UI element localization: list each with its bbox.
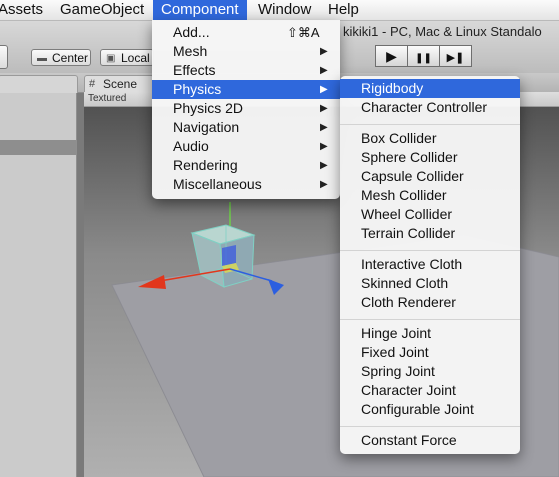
menu-item-capsule-collider[interactable]: Capsule Collider [340, 167, 520, 186]
menu-item-navigation[interactable]: Navigation ▶ [152, 118, 340, 137]
menu-item-box-collider[interactable]: Box Collider [340, 129, 520, 148]
window-title: kikiki1 - PC, Mac & Linux Standalo [343, 24, 542, 39]
menu-item-terrain-collider[interactable]: Terrain Collider [340, 224, 520, 243]
submenu-arrow-icon: ▶ [320, 103, 328, 114]
menu-item-character-joint[interactable]: Character Joint [340, 381, 520, 400]
menu-item-rigidbody[interactable]: Rigidbody [340, 79, 520, 98]
menu-item-spring-joint[interactable]: Spring Joint [340, 362, 520, 381]
menu-bar: Assets GameObject Component Window Help [0, 0, 559, 21]
menu-gameobject[interactable]: GameObject [52, 0, 152, 20]
menu-item-audio[interactable]: Audio ▶ [152, 137, 340, 156]
menu-item-rendering[interactable]: Rendering ▶ [152, 156, 340, 175]
pivot-local-button[interactable]: ▣ Local [100, 49, 154, 66]
menu-item-fixed-joint[interactable]: Fixed Joint [340, 343, 520, 362]
menu-item-add[interactable]: Add... ⇧⌘A [152, 23, 340, 42]
submenu-arrow-icon: ▶ [320, 122, 328, 133]
pause-button[interactable]: ❚❚ [407, 45, 440, 67]
component-menu: Add... ⇧⌘A Mesh ▶ Effects ▶ Physics ▶ Ph… [152, 20, 340, 199]
render-mode-dropdown[interactable]: Textured [88, 92, 126, 106]
pause-icon: ❚❚ [415, 53, 432, 64]
menu-item-physics[interactable]: Physics ▶ [152, 80, 340, 99]
submenu-arrow-icon: ▶ [320, 179, 328, 190]
menu-item-mesh-collider[interactable]: Mesh Collider [340, 186, 520, 205]
menu-separator [340, 124, 520, 125]
physics-submenu: Rigidbody Character Controller Box Colli… [340, 76, 520, 454]
scene-grid-icon: # [89, 78, 96, 90]
menu-separator [340, 250, 520, 251]
menu-item-wheel-collider[interactable]: Wheel Collider [340, 205, 520, 224]
submenu-arrow-icon: ▶ [320, 141, 328, 152]
menu-item-constant-force[interactable]: Constant Force [340, 431, 520, 450]
menu-item-skinned-cloth[interactable]: Skinned Cloth [340, 274, 520, 293]
play-icon: ▶ [386, 48, 397, 64]
menu-window[interactable]: Window [250, 0, 319, 20]
menu-assets[interactable]: Assets [0, 0, 51, 20]
step-button[interactable]: ▶❚ [439, 45, 472, 67]
play-button[interactable]: ▶ [375, 45, 408, 67]
transform-tool-button[interactable] [0, 45, 8, 69]
submenu-arrow-icon: ▶ [320, 65, 328, 76]
submenu-arrow-icon: ▶ [320, 46, 328, 57]
menu-item-mesh[interactable]: Mesh ▶ [152, 42, 340, 61]
pivot-center-button[interactable]: ▬ Center [31, 49, 91, 66]
submenu-arrow-icon: ▶ [320, 84, 328, 95]
menu-item-miscellaneous[interactable]: Miscellaneous ▶ [152, 175, 340, 194]
menu-item-hinge-joint[interactable]: Hinge Joint [340, 324, 520, 343]
menu-item-configurable-joint[interactable]: Configurable Joint [340, 400, 520, 419]
menu-item-physics-2d[interactable]: Physics 2D ▶ [152, 99, 340, 118]
shortcut-label: ⇧⌘A [287, 25, 320, 40]
menu-help[interactable]: Help [320, 0, 367, 20]
pivot-icon: ▬ [37, 53, 47, 64]
tab-scene[interactable]: # Scene [84, 75, 154, 92]
menu-separator [340, 426, 520, 427]
menu-item-cloth-renderer[interactable]: Cloth Renderer [340, 293, 520, 312]
menu-item-interactive-cloth[interactable]: Interactive Cloth [340, 255, 520, 274]
hierarchy-tab[interactable] [0, 75, 78, 93]
step-icon: ▶❚ [446, 52, 465, 64]
menu-component[interactable]: Component [153, 0, 247, 20]
hierarchy-selected-row[interactable] [0, 140, 76, 155]
menu-item-sphere-collider[interactable]: Sphere Collider [340, 148, 520, 167]
menu-item-character-controller[interactable]: Character Controller [340, 98, 520, 117]
menu-item-effects[interactable]: Effects ▶ [152, 61, 340, 80]
menu-separator [340, 319, 520, 320]
cube-icon: ▣ [106, 53, 116, 64]
submenu-arrow-icon: ▶ [320, 160, 328, 171]
